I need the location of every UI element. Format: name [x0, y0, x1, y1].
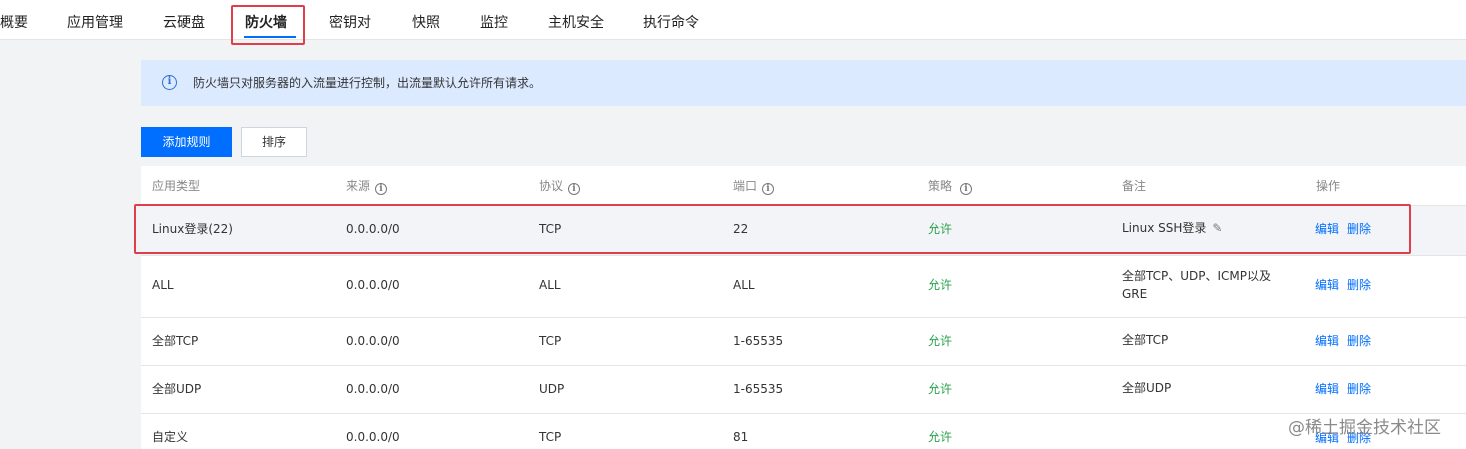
info-icon[interactable]: i: [375, 183, 388, 195]
cell-actions: 编辑 删除: [1315, 380, 1371, 398]
header-actions: 操作: [1316, 179, 1341, 193]
cell-actions: 编辑 删除: [1315, 276, 1371, 294]
cell-port: 1-65535: [733, 334, 784, 348]
delete-link[interactable]: 删除: [1347, 382, 1371, 396]
tab-cloud-disk[interactable]: 云硬盘: [163, 0, 205, 40]
edit-remark-icon[interactable]: ✎: [1212, 219, 1222, 237]
cell-policy: 允许: [928, 430, 953, 444]
cell-policy: 允许: [928, 222, 953, 236]
cell-actions: 编辑 删除: [1315, 332, 1371, 350]
sort-button[interactable]: 排序: [241, 127, 307, 157]
divider: [141, 255, 1466, 256]
cell-port: 1-65535: [733, 382, 784, 396]
cell-source: 0.0.0.0/0: [346, 278, 400, 292]
row-hover-bg: [141, 205, 1466, 255]
cell-app-type: 自定义: [152, 430, 189, 444]
header-source: 来源 i: [346, 178, 388, 195]
active-tab-indicator: [244, 36, 296, 38]
cell-protocol: TCP: [539, 222, 562, 236]
header-remark: 备注: [1122, 179, 1147, 193]
edit-link[interactable]: 编辑: [1315, 278, 1339, 292]
cell-remark: 全部TCP: [1122, 333, 1169, 347]
cell-source: 0.0.0.0/0: [346, 430, 400, 444]
cell-protocol: TCP: [539, 334, 562, 348]
edit-link[interactable]: 编辑: [1315, 382, 1339, 396]
divider: [141, 413, 1466, 414]
info-notice: i 防火墙只对服务器的入流量进行控制，出流量默认允许所有请求。: [141, 60, 1466, 106]
cell-remark: Linux SSH登录 ✎: [1122, 219, 1223, 237]
cell-source: 0.0.0.0/0: [346, 382, 400, 396]
header-app-type: 应用类型: [152, 179, 201, 193]
cell-actions: 编辑 删除: [1315, 220, 1371, 238]
notice-text: 防火墙只对服务器的入流量进行控制，出流量默认允许所有请求。: [193, 76, 542, 90]
info-icon[interactable]: i: [762, 183, 775, 195]
cell-port: 22: [733, 222, 749, 236]
add-rule-button[interactable]: 添加规则: [141, 127, 232, 157]
cell-app-type: 全部TCP: [152, 334, 199, 348]
delete-link[interactable]: 删除: [1347, 222, 1371, 236]
delete-link[interactable]: 删除: [1347, 334, 1371, 348]
cell-remark-line2: GRE: [1122, 287, 1148, 301]
edit-link[interactable]: 编辑: [1315, 334, 1339, 348]
cell-app-type: 全部UDP: [152, 382, 202, 396]
cell-port: 81: [733, 430, 749, 444]
cell-remark: 全部TCP、UDP、ICMP以及: [1122, 269, 1272, 283]
divider: [141, 365, 1466, 366]
tab-overview[interactable]: 概要: [0, 0, 28, 40]
delete-link[interactable]: 删除: [1347, 278, 1371, 292]
watermark: @稀土掘金技术社区: [1288, 418, 1441, 438]
cell-source: 0.0.0.0/0: [346, 334, 400, 348]
cell-protocol: UDP: [539, 382, 565, 396]
cell-app-type: Linux登录(22): [152, 222, 233, 236]
tab-execute-command[interactable]: 执行命令: [643, 0, 699, 40]
cell-protocol: ALL: [539, 278, 561, 292]
info-icon[interactable]: i: [568, 183, 581, 195]
tab-host-security[interactable]: 主机安全: [548, 0, 604, 40]
tab-key-pair[interactable]: 密钥对: [329, 0, 371, 40]
cell-policy: 允许: [928, 334, 953, 348]
tab-bar: 概要 应用管理 云硬盘 防火墙 密钥对 快照 监控 主机安全 执行命令: [0, 0, 1466, 40]
info-icon[interactable]: i: [960, 183, 973, 195]
cell-policy: 允许: [928, 278, 953, 292]
cell-protocol: TCP: [539, 430, 562, 444]
cell-source: 0.0.0.0/0: [346, 222, 400, 236]
divider: [141, 317, 1466, 318]
tab-monitoring[interactable]: 监控: [480, 0, 508, 40]
header-policy: 策略 i: [928, 178, 973, 195]
cell-app-type: ALL: [152, 278, 174, 292]
cell-port: ALL: [733, 278, 755, 292]
cell-policy: 允许: [928, 382, 953, 396]
tab-snapshot[interactable]: 快照: [412, 0, 440, 40]
info-icon: i: [162, 75, 177, 90]
firewall-rules-table: 应用类型 来源 i 协议 i 端口 i 策略 i 备注 操作 Linux登录(22) 0…: [141, 166, 1466, 449]
edit-link[interactable]: 编辑: [1315, 222, 1339, 236]
cell-remark: 全部UDP: [1122, 381, 1172, 395]
header-protocol: 协议 i: [539, 178, 581, 195]
header-port: 端口 i: [733, 178, 775, 195]
divider: [141, 205, 1466, 206]
tab-app-management[interactable]: 应用管理: [67, 0, 123, 40]
tab-firewall[interactable]: 防火墙: [245, 0, 287, 40]
